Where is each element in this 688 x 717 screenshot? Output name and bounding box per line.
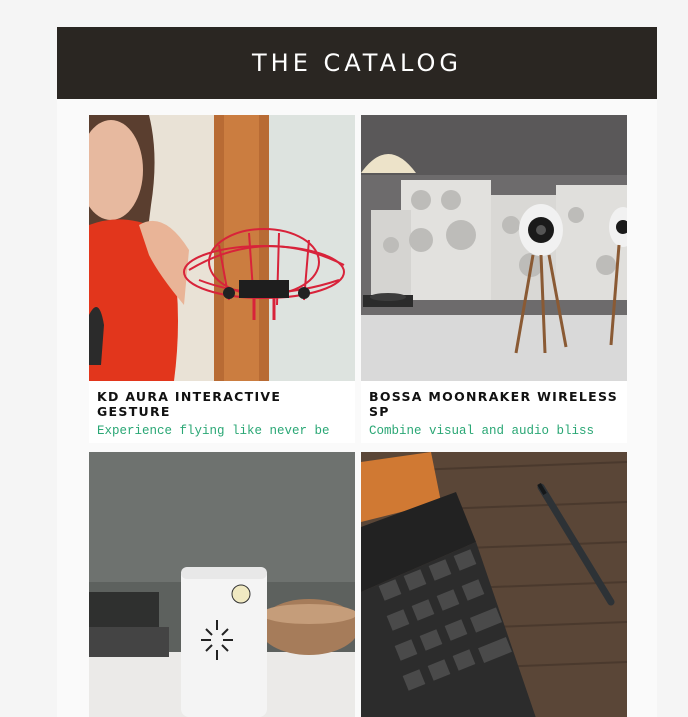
product-info: BOSSA MOONRAKER WIRELESS SP Combine visu… (361, 381, 627, 438)
catalog-container: THE CATALOG KD AURA INTERACTIVE GESTURE … (57, 27, 657, 717)
product-card[interactable] (89, 452, 355, 717)
product-title[interactable]: BOSSA MOONRAKER WIRELESS SP (369, 389, 619, 419)
product-info: KD AURA INTERACTIVE GESTURE Experience f… (89, 381, 355, 438)
product-image-speaker[interactable] (361, 115, 627, 381)
product-image-tablet[interactable] (361, 452, 627, 717)
product-card[interactable]: BOSSA MOONRAKER WIRELESS SP Combine visu… (361, 115, 627, 443)
product-image-drone[interactable] (89, 115, 355, 381)
catalog-title: THE CATALOG (251, 49, 463, 77)
product-image-device[interactable] (89, 452, 355, 717)
product-description: Combine visual and audio bliss (369, 424, 595, 438)
product-card[interactable] (361, 452, 627, 717)
product-card[interactable]: KD AURA INTERACTIVE GESTURE Experience f… (89, 115, 355, 443)
product-title[interactable]: KD AURA INTERACTIVE GESTURE (97, 389, 347, 419)
catalog-header: THE CATALOG (57, 27, 657, 99)
product-description: Experience flying like never be (97, 424, 330, 438)
